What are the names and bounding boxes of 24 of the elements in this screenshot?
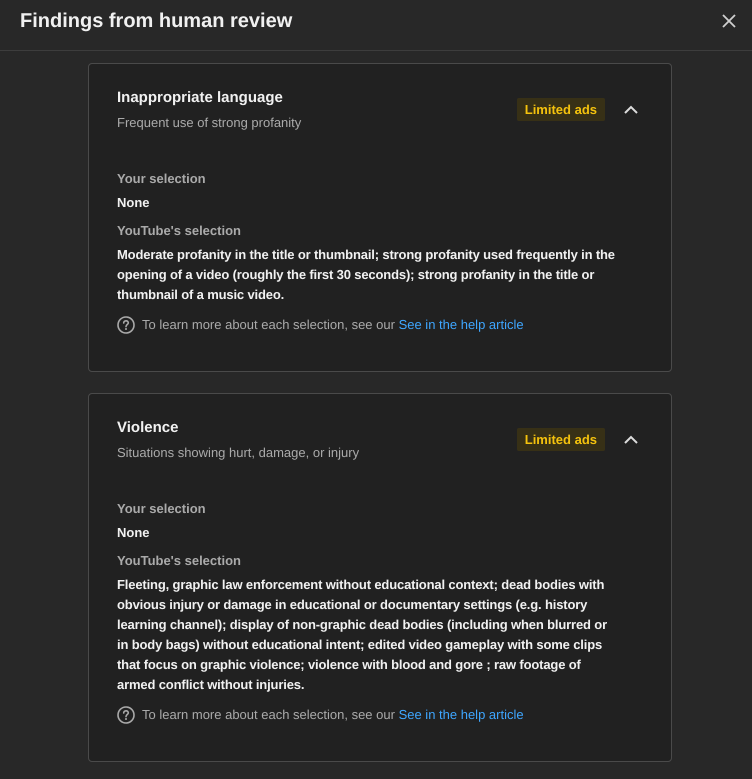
youtube-selection-text: Fleeting, graphic law enforcement without educational context; dead bodies with obvious injury or damage in educational or documentary settings (e.g. history learning channel); display of non-graphic dead bodies (including when blurred or in body bags) without educational intent; edited video gameplay with some clips that focus on graphic violence; violence with blood and gore ; raw footage of armed conflict without injuries.	[117, 576, 608, 694]
finding-title: Violence	[117, 418, 180, 438]
help-icon	[117, 316, 135, 334]
help-icon	[117, 706, 135, 724]
your-selection-label: Your selection	[117, 500, 207, 518]
ad-status-tag: Limited ads	[516, 428, 605, 450]
youtube-selection-text: Moderate profanity in the title or thumbnail; strong profanity used frequently in the opening of a video (roughly the first 30 seconds); strong profanity in the title or thumbnail of a music video.	[117, 246, 616, 304]
your-selection-value: None	[117, 194, 150, 212]
chevron-up-icon	[624, 104, 638, 114]
your-selection-label: Your selection	[117, 170, 207, 188]
chevron-up-icon	[624, 434, 638, 444]
ad-status-tag: Limited ads	[516, 98, 605, 120]
help-article-link[interactable]: See in the help article	[398, 707, 524, 722]
youtube-selection-label: YouTube's selection	[117, 552, 242, 570]
your-selection-value: None	[117, 524, 150, 542]
finding-title: Inappropriate language	[117, 88, 284, 108]
close-icon	[722, 14, 736, 28]
help-text: To learn more about each selection, see our See in the help article	[142, 316, 524, 334]
help-article-link[interactable]: See in the help article	[398, 317, 524, 332]
finding-subtitle: Situations showing hurt, damage, or injury	[117, 444, 360, 462]
finding-subtitle: Frequent use of strong profanity	[117, 114, 302, 132]
help-text: To learn more about each selection, see our See in the help article	[142, 706, 524, 724]
dialog-title: Findings from human review	[20, 9, 292, 33]
youtube-selection-label: YouTube's selection	[117, 222, 242, 240]
